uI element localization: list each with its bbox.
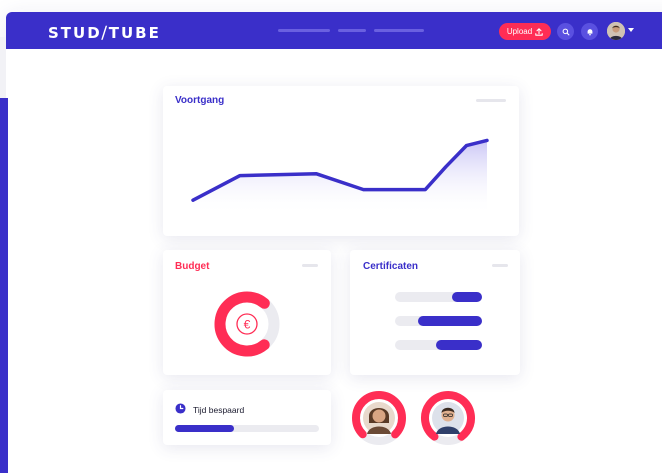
chevron-down-icon[interactable] — [628, 28, 634, 32]
progress-card-title: Voortgang — [175, 95, 225, 106]
upload-icon — [535, 27, 543, 36]
nav-placeholder-3[interactable] — [374, 29, 424, 32]
app-window: STUD⧸TUBE Upload — [6, 12, 662, 473]
top-navigation-bar: STUD⧸TUBE Upload — [6, 12, 662, 49]
upload-button[interactable]: Upload — [499, 23, 551, 40]
user-avatar[interactable] — [607, 22, 625, 40]
nav-placeholder-1[interactable] — [278, 29, 330, 32]
avatar-ring-woman[interactable] — [351, 390, 407, 446]
search-button[interactable] — [557, 23, 574, 40]
nav-placeholder-2[interactable] — [338, 29, 366, 32]
notifications-button[interactable] — [581, 23, 598, 40]
budget-card-title: Budget — [175, 261, 210, 272]
time-saved-card — [163, 390, 331, 445]
search-icon — [562, 28, 569, 35]
time-saved-fill — [175, 425, 235, 432]
studytube-logo[interactable]: STUD⧸TUBE — [48, 24, 161, 42]
euro-symbol: € — [244, 318, 251, 332]
progress-chart — [191, 138, 489, 215]
certificates-card-menu[interactable] — [492, 264, 508, 267]
certificate-bar-fill — [452, 292, 482, 302]
certificate-bar-fill — [418, 316, 482, 326]
budget-ring: € — [214, 291, 280, 357]
budget-card-menu[interactable] — [302, 264, 318, 267]
clock-icon — [175, 403, 186, 414]
progress-card-menu[interactable] — [476, 99, 506, 102]
sidebar-strip — [0, 98, 8, 473]
time-saved-label: Tijd bespaard — [193, 405, 245, 415]
bell-icon — [587, 28, 592, 35]
upload-label: Upload — [506, 27, 533, 36]
user-avatar-image — [607, 22, 625, 40]
certificates-card-title: Certificaten — [363, 261, 419, 272]
avatar-ring-man[interactable] — [420, 390, 476, 446]
sidebar-shade — [0, 37, 6, 98]
certificate-bar-fill — [435, 340, 482, 350]
